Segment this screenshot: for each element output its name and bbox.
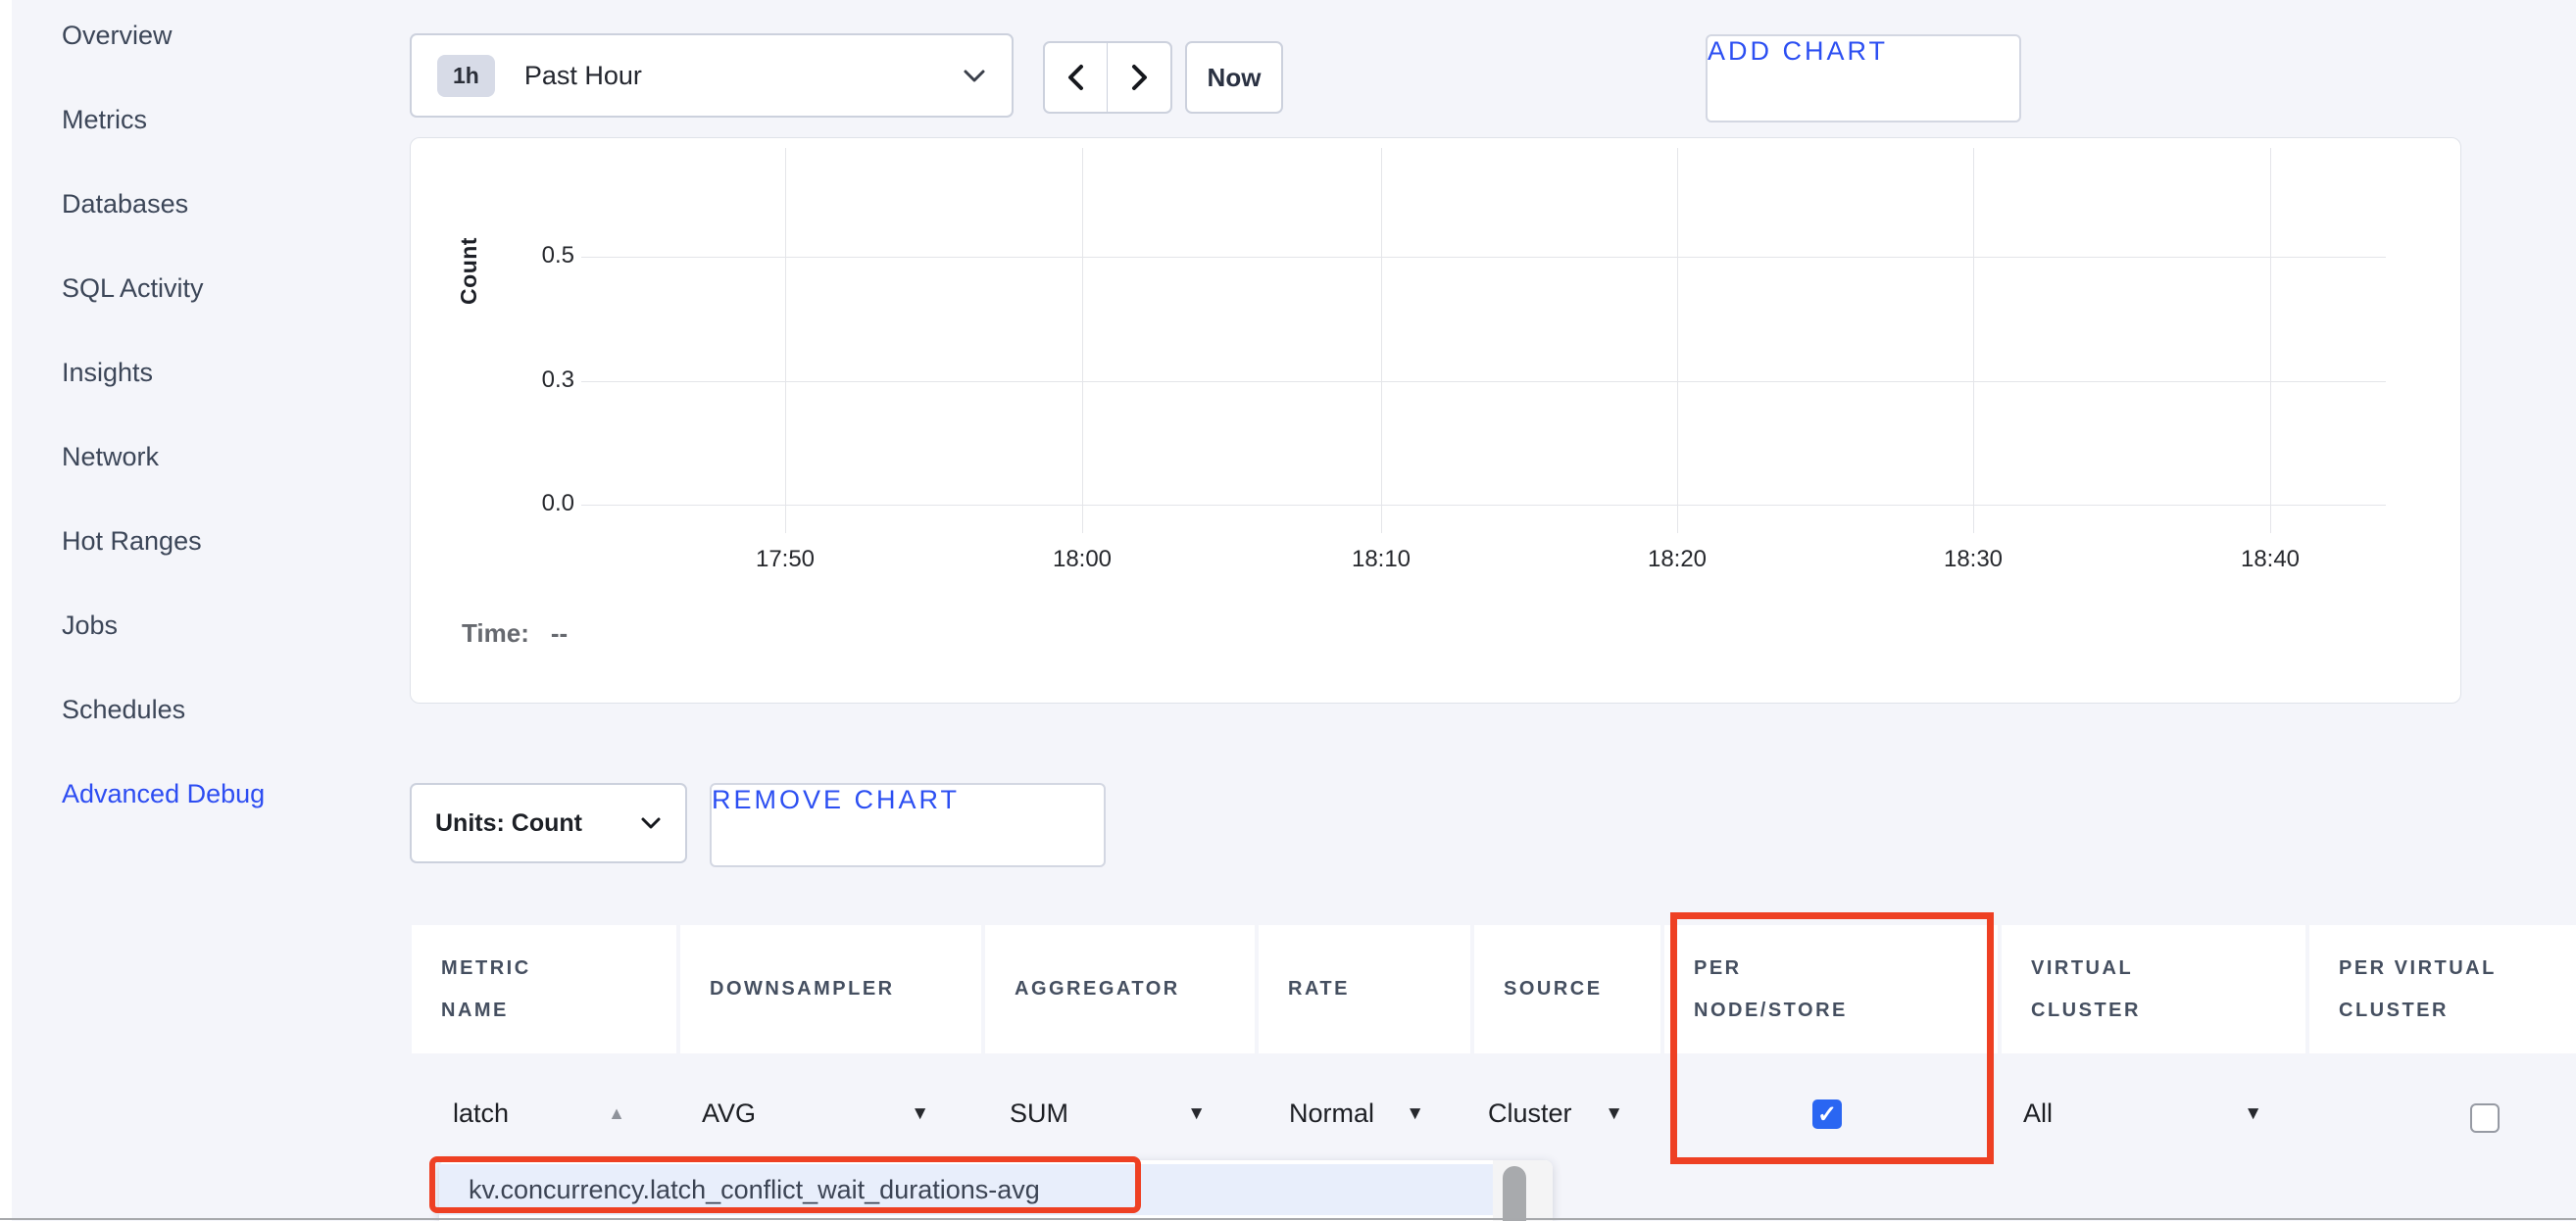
dropdown-scrollbar-thumb[interactable]: [1503, 1166, 1526, 1221]
metric-name-value: latch: [453, 1099, 509, 1129]
sidebar-item-overview[interactable]: Overview: [62, 18, 356, 53]
rate-value: Normal: [1289, 1099, 1374, 1129]
hover-time-value: --: [551, 618, 568, 648]
per-node-store-checkbox[interactable]: ✓: [1812, 1099, 1842, 1129]
gridline: [581, 381, 2386, 382]
x-tick-label: 17:50: [721, 546, 849, 573]
virtual-cluster-value: All: [2023, 1099, 2053, 1129]
chevron-left-icon: [1065, 64, 1087, 91]
advanced-debug-custom-chart-page: Overview Metrics Databases SQL Activity …: [0, 0, 2576, 1221]
downsampler-select[interactable]: AVG ▼: [702, 1090, 929, 1137]
gridline: [785, 148, 786, 533]
per-virtual-cluster-checkbox[interactable]: [2470, 1103, 2500, 1133]
triangle-down-icon: ▼: [1187, 1104, 1206, 1123]
virtual-cluster-select[interactable]: All ▼: [2023, 1090, 2262, 1137]
gridline: [1082, 148, 1083, 533]
source-value: Cluster: [1488, 1099, 1572, 1129]
sidebar-item-metrics[interactable]: Metrics: [62, 102, 356, 137]
x-tick-label: 18:30: [1909, 546, 2037, 573]
column-header-aggregator: AGGREGATOR: [985, 925, 1255, 1053]
checkmark-icon: ✓: [1817, 1100, 1837, 1129]
column-header-virtual-cluster: VIRTUAL CLUSTER: [2002, 925, 2305, 1053]
now-button[interactable]: Now: [1185, 41, 1283, 114]
prev-time-button[interactable]: [1045, 43, 1108, 112]
sidebar-item-insights[interactable]: Insights: [62, 355, 356, 390]
y-tick-label: 0.5: [491, 242, 574, 269]
metric-name-dropdown[interactable]: latch ▲: [453, 1090, 625, 1137]
rate-select[interactable]: Normal ▼: [1289, 1090, 1424, 1137]
triangle-up-icon: ▲: [608, 1104, 625, 1122]
y-tick-label: 0.0: [491, 490, 574, 517]
sidebar-item-hot-ranges[interactable]: Hot Ranges: [62, 523, 356, 559]
chevron-down-icon: [963, 68, 986, 83]
hover-time-label: Time:: [462, 618, 529, 648]
x-tick-label: 18:40: [2206, 546, 2334, 573]
gridline: [581, 257, 2386, 258]
gridline: [1381, 148, 1382, 533]
sidebar-item-sql-activity[interactable]: SQL Activity: [62, 270, 356, 306]
metric-suggestion-item[interactable]: kv.concurrency.latch_conflict_wait_durat…: [439, 1164, 1493, 1215]
triangle-down-icon: ▼: [1605, 1104, 1623, 1123]
gridline: [1677, 148, 1678, 533]
next-time-button[interactable]: [1108, 43, 1170, 112]
x-tick-label: 18:10: [1317, 546, 1445, 573]
column-header-metric-name: METRIC NAME: [412, 925, 676, 1053]
hover-time-readout: Time: --: [462, 618, 568, 649]
x-tick-label: 18:20: [1613, 546, 1741, 573]
chevron-right-icon: [1128, 64, 1150, 91]
window-edge: [0, 0, 12, 1221]
y-tick-label: 0.3: [491, 366, 574, 394]
aggregator-value: SUM: [1010, 1099, 1068, 1129]
sidebar-item-advanced-debug[interactable]: Advanced Debug: [62, 776, 356, 811]
column-header-per-virtual-cluster: PER VIRTUAL CLUSTER: [2309, 925, 2576, 1053]
triangle-down-icon: ▼: [2244, 1104, 2262, 1123]
metric-suggestions-dropdown: kv.concurrency.latch_conflict_wait_durat…: [439, 1160, 1553, 1221]
source-select[interactable]: Cluster ▼: [1488, 1090, 1623, 1137]
triangle-down-icon: ▼: [911, 1104, 929, 1123]
column-header-source: SOURCE: [1474, 925, 1660, 1053]
sidebar-item-jobs[interactable]: Jobs: [62, 608, 356, 643]
chart-plot-area[interactable]: [411, 138, 2460, 703]
column-header-downsampler: DOWNSAMPLER: [680, 925, 981, 1053]
remove-chart-button[interactable]: REMOVE CHART: [710, 783, 1106, 867]
downsampler-value: AVG: [702, 1099, 756, 1129]
sidebar-item-schedules[interactable]: Schedules: [62, 692, 356, 727]
column-header-per-node-store: PER NODE/STORE: [1664, 925, 1998, 1053]
gridline: [581, 505, 2386, 506]
sidebar-item-network[interactable]: Network: [62, 439, 356, 474]
custom-chart-panel: Count 0.5 0.3 0.0 17:50 18:00 18:10 18:2…: [410, 137, 2461, 704]
units-selector-label: Units: Count: [435, 809, 582, 838]
column-header-rate: RATE: [1259, 925, 1470, 1053]
sidebar-nav: Overview Metrics Databases SQL Activity …: [62, 18, 356, 860]
gridline: [1973, 148, 1974, 533]
sidebar-item-databases[interactable]: Databases: [62, 186, 356, 221]
gridline: [2270, 148, 2271, 533]
time-step-button-group: [1043, 41, 1172, 114]
triangle-down-icon: ▼: [1406, 1104, 1424, 1123]
time-range-label: Past Hour: [524, 61, 963, 91]
add-chart-button[interactable]: ADD CHART: [1706, 34, 2021, 122]
aggregator-select[interactable]: SUM ▼: [1010, 1090, 1206, 1137]
units-selector[interactable]: Units: Count: [410, 783, 687, 863]
dropdown-scrollbar[interactable]: [1493, 1160, 1553, 1221]
time-range-selector[interactable]: 1h Past Hour: [410, 33, 1014, 118]
x-tick-label: 18:00: [1018, 546, 1146, 573]
viewport-bottom-edge: [0, 1218, 2576, 1220]
chevron-down-icon: [640, 816, 662, 830]
time-range-badge: 1h: [437, 55, 495, 97]
